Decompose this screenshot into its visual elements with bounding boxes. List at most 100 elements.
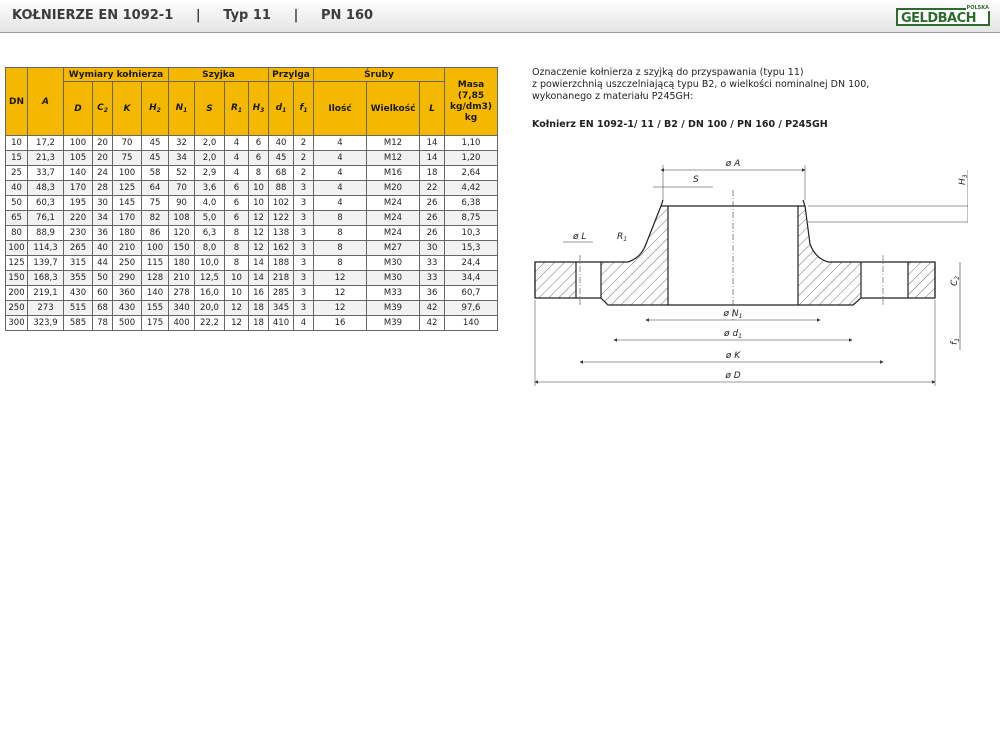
table-cell: 168,3 <box>27 270 64 286</box>
table-cell: M27 <box>366 240 420 256</box>
table-cell: 219,1 <box>27 285 64 301</box>
table-row: 100 114,3 265 40 210 100 150 8,0 8 12 162 3 8 M27 30 15… <box>5 240 498 256</box>
table-cell: 3 <box>293 180 314 196</box>
table-cell: 33,7 <box>27 165 64 181</box>
table-cell: 76,1 <box>27 210 64 226</box>
table-cell: 6 <box>248 150 269 166</box>
label-H3: H3 <box>958 174 968 185</box>
table-cell: 150 <box>5 270 28 286</box>
table-cell: 323,9 <box>27 315 64 331</box>
table-row: 10 17,2 100 20 70 45 32 2,0 4 6 40 2 4 M12 14 1,10 <box>5 135 498 151</box>
table-cell: 175 <box>141 315 169 331</box>
table-cell: 300 <box>5 315 28 331</box>
header-C2-letter: C <box>97 103 104 113</box>
table-cell: 58 <box>141 165 169 181</box>
table-cell: 6,38 <box>444 195 498 211</box>
table-cell: 315 <box>63 255 93 271</box>
table-cell: 188 <box>268 255 294 271</box>
header-H3: H3 <box>248 81 269 136</box>
table-cell: 12,5 <box>194 270 225 286</box>
table-cell: 24 <box>92 165 113 181</box>
table-cell: 20 <box>92 135 113 151</box>
table-cell: 515 <box>63 300 93 316</box>
table-cell: 6,3 <box>194 225 225 241</box>
logo-text: GELDBACH <box>901 11 977 26</box>
table-cell: 10 <box>248 195 269 211</box>
table-cell: 345 <box>268 300 294 316</box>
table-cell: 8 <box>313 210 367 226</box>
table-cell: 4 <box>313 150 367 166</box>
table-cell: 2 <box>293 150 314 166</box>
table-cell: 75 <box>112 150 142 166</box>
table-cell: 170 <box>112 210 142 226</box>
table-cell: M24 <box>366 195 420 211</box>
table-cell: 360 <box>112 285 142 301</box>
header-ilosc: Ilość <box>313 81 367 136</box>
title-bar: KOŁNIERZE EN 1092-1 | Typ 11 | PN 160 GE… <box>0 0 1000 33</box>
table-cell: 50 <box>92 270 113 286</box>
description: Oznaczenie kołnierza z szyjką do przyspa… <box>532 67 972 103</box>
table-cell: 108 <box>168 210 195 226</box>
header-group-wymiary: Wymiary kołnierza <box>63 67 169 82</box>
table-cell: 3,6 <box>194 180 225 196</box>
flange-cross-section-drawing: ø A S ø L R1 ø N1 ø d1 ø K ø D H3 H2 C2 … <box>534 159 968 386</box>
table-cell: 14 <box>248 255 269 271</box>
table-cell: 30 <box>92 195 113 211</box>
table-cell: 102 <box>268 195 294 211</box>
table-cell: 12 <box>248 210 269 226</box>
table-cell: 6 <box>224 180 249 196</box>
header-group-przylga: Przylga <box>268 67 314 82</box>
table-cell: 21,3 <box>27 150 64 166</box>
table-cell: 34 <box>168 150 195 166</box>
table-cell: 4,42 <box>444 180 498 196</box>
table-cell: 18 <box>419 165 445 181</box>
table-cell: M39 <box>366 300 420 316</box>
table-cell: 210 <box>168 270 195 286</box>
table-cell: 230 <box>63 225 93 241</box>
table-row: 50 60,3 195 30 145 75 90 4,0 6 10 102 3 4 M24 26 6,38 <box>5 195 498 211</box>
table-cell: 42 <box>419 315 445 331</box>
table-cell: 97,6 <box>444 300 498 316</box>
table-cell: 4 <box>224 135 249 151</box>
table-cell: 82 <box>141 210 169 226</box>
table-cell: 26 <box>419 225 445 241</box>
flange-right-body <box>797 205 862 306</box>
table-cell: 115 <box>141 255 169 271</box>
table-cell: 4,0 <box>194 195 225 211</box>
table-cell: 180 <box>112 225 142 241</box>
header-R1-letter: R <box>230 103 238 113</box>
table-cell: 250 <box>5 300 28 316</box>
table-cell: M24 <box>366 210 420 226</box>
table-cell: 34 <box>92 210 113 226</box>
table-cell: 33 <box>419 255 445 271</box>
table-cell: 4 <box>313 195 367 211</box>
table-cell: 4 <box>224 165 249 181</box>
table-cell: 400 <box>168 315 195 331</box>
label-D-text: ø D <box>724 371 740 381</box>
header-d1: d1 <box>268 81 294 136</box>
table-cell: 12 <box>224 315 249 331</box>
logo-subtext: POLSKA <box>965 5 990 11</box>
table-cell: 60,3 <box>27 195 64 211</box>
table-cell: 100 <box>141 240 169 256</box>
table-cell: 250 <box>112 255 142 271</box>
flange-right-section <box>907 261 936 299</box>
table-cell: 12 <box>313 270 367 286</box>
table-cell: 42 <box>419 300 445 316</box>
table-cell: 20,0 <box>194 300 225 316</box>
geldbach-logo: GELDBACH POLSKA <box>896 5 992 29</box>
label-L: ø L <box>572 232 586 242</box>
flange-left-body <box>600 205 669 306</box>
table-cell: M12 <box>366 150 420 166</box>
table-cell: 90 <box>168 195 195 211</box>
table-cell: 155 <box>141 300 169 316</box>
table-cell: 2 <box>293 165 314 181</box>
table-cell: 218 <box>268 270 294 286</box>
label-D: ø D <box>724 371 740 381</box>
table-cell: 170 <box>63 180 93 196</box>
table-cell: 14 <box>419 135 445 151</box>
table-cell: 430 <box>112 300 142 316</box>
table-cell: 114,3 <box>27 240 64 256</box>
table-cell: M39 <box>366 315 420 331</box>
header-d1-sub: 1 <box>282 107 287 114</box>
